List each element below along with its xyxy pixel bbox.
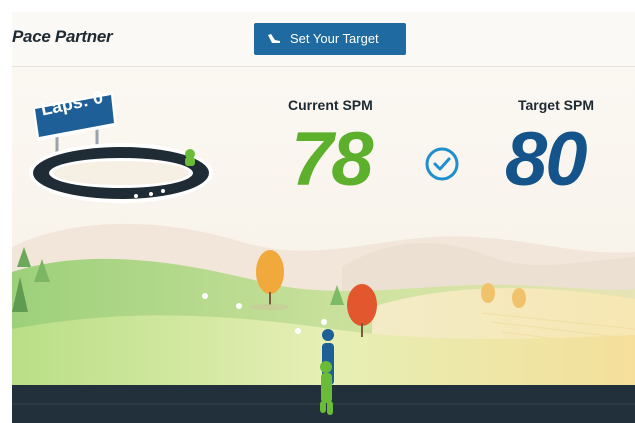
app-frame: Pace Partner Set Your Target Laps: 0 Cur… — [12, 12, 635, 423]
target-spm-value: 80 — [505, 117, 588, 202]
set-target-button[interactable]: Set Your Target — [254, 23, 406, 55]
set-target-label: Set Your Target — [290, 31, 379, 46]
target-spm-label: Target SPM — [518, 97, 594, 113]
check-circle-icon — [425, 147, 459, 181]
current-spm-label: Current SPM — [288, 97, 373, 113]
app-title: Pace Partner — [12, 27, 113, 46]
shoe-icon — [268, 34, 280, 43]
current-spm-value: 78 — [291, 117, 374, 202]
scene: Laps: 0 Current SPM 78 Target SPM 80 — [12, 67, 635, 423]
app-header: Pace Partner Set Your Target — [12, 12, 635, 67]
